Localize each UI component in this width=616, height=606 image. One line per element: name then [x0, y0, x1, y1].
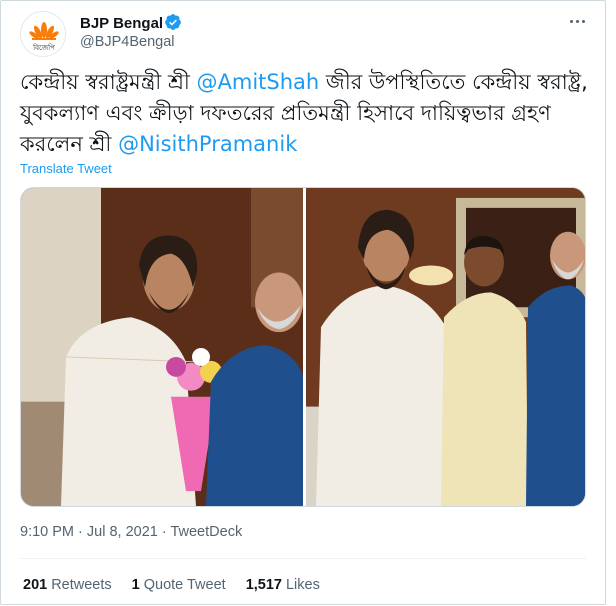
author-handle[interactable]: @BJP4Bengal — [80, 34, 175, 50]
bjp-logo-icon: বিজেপি — [21, 12, 65, 56]
quote-tweets-count: 1 — [131, 577, 140, 593]
mention-link[interactable]: @NisithPramanik — [118, 132, 297, 156]
tweet-media — [20, 187, 586, 507]
tweet-text-part: কেন্দ্রীয় স্বরাষ্ট্রমন্ত্রী শ্রী — [20, 70, 197, 94]
translate-tweet-link[interactable]: Translate Tweet — [20, 161, 112, 176]
tweet-date[interactable]: Jul 8, 2021 — [87, 524, 158, 540]
tweet-text: কেন্দ্রীয় স্বরাষ্ট্রমন্ত্রী শ্রী @AmitS… — [20, 67, 590, 160]
avatar-text: বিজেপি — [32, 44, 55, 52]
photo-image — [21, 188, 303, 506]
tweet-timestamp: 9:10 PM · Jul 8, 2021 · TweetDeck — [20, 524, 242, 540]
retweets-label: Retweets — [51, 577, 112, 593]
more-options-icon[interactable] — [567, 11, 587, 31]
retweets-count: 201 — [23, 577, 48, 593]
meta-separator: · — [74, 524, 87, 540]
tweet-source[interactable]: TweetDeck — [170, 524, 242, 540]
quote-tweets-label: Quote Tweet — [143, 577, 226, 593]
author-display-name[interactable]: BJP Bengal — [80, 15, 163, 32]
divider — [20, 558, 586, 559]
tweet-photo[interactable] — [21, 188, 303, 506]
likes-count: 1,517 — [245, 577, 282, 593]
engagement-stats: 201 Retweets 1 Quote Tweet 1,517 Likes — [23, 577, 340, 593]
tweet-photo[interactable] — [306, 188, 585, 506]
likes-stat[interactable]: 1,517 Likes — [246, 577, 320, 593]
quote-tweets-stat[interactable]: 1 Quote Tweet — [132, 577, 226, 593]
tweet-card: বিজেপি BJP Bengal @BJP4Bengal কেন্দ্রীয়… — [0, 0, 606, 605]
verified-badge-icon — [165, 14, 181, 30]
retweets-stat[interactable]: 201 Retweets — [23, 577, 112, 593]
mention-link[interactable]: @AmitShah — [197, 70, 320, 94]
likes-label: Likes — [285, 577, 320, 593]
tweet-time[interactable]: 9:10 PM — [20, 524, 74, 540]
photo-image — [306, 188, 585, 506]
meta-separator: · — [157, 524, 171, 540]
author-avatar[interactable]: বিজেপি — [20, 11, 66, 57]
